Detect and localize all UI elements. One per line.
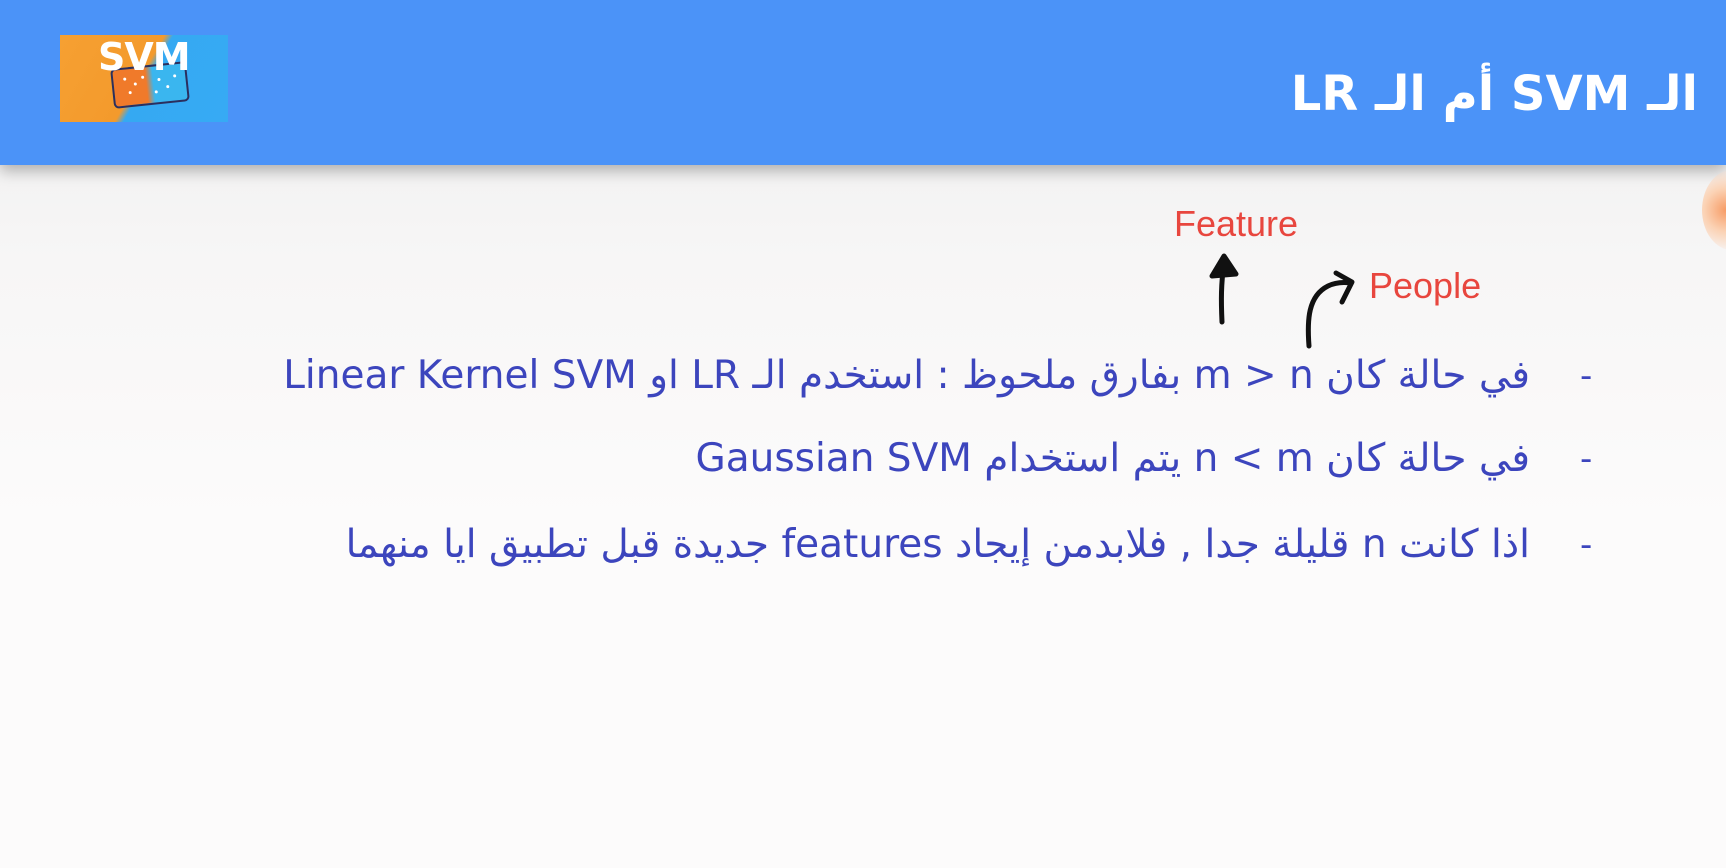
arrow-up-icon	[1209, 253, 1239, 325]
arrow-curve-icon	[1305, 270, 1355, 349]
slide: SVM الـ SVM أم الـ LR Feature People - ف…	[0, 0, 1726, 868]
bullet-item-2: في حالة كان n < m يتم استخدام Gaussian S…	[695, 436, 1530, 481]
annotation-people: People	[1369, 265, 1482, 306]
header-bar: SVM الـ SVM أم الـ LR	[0, 0, 1726, 165]
bullet-marker: -	[1580, 525, 1593, 565]
bullet-item-1: في حالة كان m > n بفارق ملحوظ : استخدم ا…	[283, 353, 1530, 398]
logo-text: SVM	[98, 35, 191, 79]
bullet-marker: -	[1580, 439, 1593, 479]
svm-logo: SVM	[60, 35, 228, 122]
pointer-indicator	[1702, 170, 1726, 250]
annotation-feature: Feature	[1174, 203, 1299, 244]
bullet-item-3: اذا كانت n قليلة جدا , فلابدمن إيجاد fea…	[345, 522, 1530, 567]
bullet-marker: -	[1580, 356, 1593, 396]
slide-title: الـ SVM أم الـ LR	[1290, 66, 1698, 122]
